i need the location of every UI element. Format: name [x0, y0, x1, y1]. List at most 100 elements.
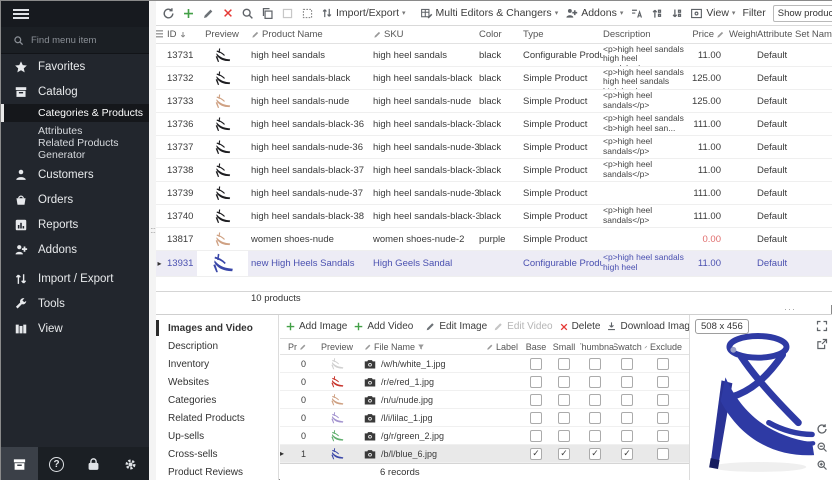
sidebar-item-view[interactable]: View [1, 316, 149, 341]
paste-button[interactable] [281, 7, 294, 20]
tab-cross-sells[interactable]: Cross-sells [156, 445, 278, 463]
filter-az-button[interactable] [630, 7, 643, 20]
add-image-button[interactable]: Add Image [285, 321, 347, 332]
hamburger-menu-icon[interactable] [13, 7, 29, 21]
swatch-checkbox[interactable] [621, 394, 633, 406]
search-input[interactable] [31, 35, 131, 46]
exclude-checkbox[interactable] [657, 376, 669, 388]
base-checkbox[interactable] [530, 430, 542, 442]
sidebar-item-addons[interactable]: Addons [1, 237, 149, 262]
column-header-id[interactable]: ID [167, 29, 197, 40]
sidebar-item-tools[interactable]: Tools [1, 291, 149, 316]
delete-image-button[interactable]: Delete [559, 321, 601, 332]
column-header-label[interactable]: Label [486, 342, 524, 352]
settings-button[interactable] [112, 447, 149, 480]
tab-websites[interactable]: Websites [156, 373, 278, 391]
thumbnail-checkbox[interactable] [589, 358, 601, 370]
image-row[interactable]: 0 /w/h/white_1.jpg [280, 355, 689, 373]
exclude-checkbox[interactable] [657, 430, 669, 442]
swatch-checkbox[interactable] [621, 412, 633, 424]
base-checkbox[interactable] [530, 412, 542, 424]
image-row[interactable]: 0 /n/u/nude.jpg [280, 391, 689, 409]
splitter-grip[interactable]: ··· ··· [149, 227, 156, 235]
image-row-selected[interactable]: ▸ 1 /b/l/blue_6.jpg [280, 445, 689, 463]
swatch-checkbox[interactable] [621, 430, 633, 442]
small-checkbox[interactable] [558, 394, 570, 406]
delete-product-button[interactable] [222, 7, 234, 19]
filter-select[interactable]: Show products from selected categories▾ [773, 5, 832, 22]
thumbnail-checkbox[interactable] [589, 448, 601, 460]
thumbnail-checkbox[interactable] [589, 430, 601, 442]
sidebar-search[interactable] [1, 27, 149, 54]
tab-product-reviews[interactable]: Product Reviews [156, 463, 278, 480]
table-row[interactable]: 13736 high heel sandals-black-36 high he… [156, 113, 832, 136]
exclude-checkbox[interactable] [657, 358, 669, 370]
column-header-base[interactable]: Base [524, 342, 552, 352]
thumbnail-checkbox[interactable] [589, 394, 601, 406]
column-header-small[interactable]: Small [552, 342, 580, 352]
add-product-button[interactable] [182, 7, 195, 20]
table-row[interactable]: 13732 high heel sandals-black high heel … [156, 67, 832, 90]
sidebar-item-favorites[interactable]: Favorites [1, 54, 149, 79]
exclude-checkbox[interactable] [657, 448, 669, 460]
paste-special-button[interactable] [301, 7, 314, 20]
view-menu[interactable]: View▾ [690, 7, 735, 20]
small-checkbox[interactable] [558, 430, 570, 442]
column-header-product-name[interactable]: Product Name [251, 29, 373, 40]
thumbnail-checkbox[interactable] [589, 412, 601, 424]
lock-button[interactable] [75, 447, 112, 480]
exclude-checkbox[interactable] [657, 394, 669, 406]
tab-images-and-video[interactable]: Images and Video [156, 319, 278, 337]
swatch-checkbox[interactable] [621, 448, 633, 460]
table-row[interactable]: 13740 high heel sandals-black-38 high he… [156, 205, 832, 228]
tab-inventory[interactable]: Inventory [156, 355, 278, 373]
thumbnail-checkbox[interactable] [589, 376, 601, 388]
tab-categories[interactable]: Categories [156, 391, 278, 409]
exclude-checkbox[interactable] [657, 412, 669, 424]
move-down-button[interactable] [670, 7, 683, 20]
column-header-thumbnail[interactable]: Thumbna [580, 342, 614, 352]
tab-description[interactable]: Description [156, 337, 278, 355]
image-row[interactable]: 0 /r/e/red_1.jpg [280, 373, 689, 391]
import-export-menu[interactable]: Import/Export▾ [321, 7, 406, 19]
sidebar-item-related-products-generator[interactable]: Related Products Generator [1, 140, 149, 158]
table-row[interactable]: 13738 high heel sandals-black-37 high he… [156, 159, 832, 182]
edit-product-button[interactable] [202, 7, 215, 20]
column-chooser-icon[interactable] [156, 30, 167, 39]
tab-related-products[interactable]: Related Products [156, 409, 278, 427]
small-checkbox[interactable] [558, 412, 570, 424]
sidebar-item-catalog[interactable]: Catalog [1, 79, 149, 104]
column-header-color[interactable]: Color [479, 29, 523, 40]
small-checkbox[interactable] [558, 448, 570, 460]
table-row-selected[interactable]: ▸ 13931 new High Heels Sandals High Geel… [156, 251, 832, 277]
image-row[interactable]: 0 /g/r/green_2.jpg [280, 427, 689, 445]
column-header-description[interactable]: Description [603, 29, 689, 40]
sidebar-item-reports[interactable]: Reports [1, 212, 149, 237]
multi-editors-menu[interactable]: Multi Editors & Changers▾ [420, 7, 559, 20]
swatch-checkbox[interactable] [621, 376, 633, 388]
panel-splitter-grip[interactable]: ··· [784, 304, 796, 314]
column-header-preview[interactable]: Preview [314, 342, 364, 352]
column-header-price[interactable]: Price [689, 29, 729, 40]
base-checkbox[interactable] [530, 394, 542, 406]
base-checkbox[interactable] [530, 358, 542, 370]
swatch-checkbox[interactable] [621, 358, 633, 370]
sidebar-splitter[interactable]: ··· ··· [149, 1, 156, 480]
base-checkbox[interactable] [530, 448, 542, 460]
column-header-weight[interactable]: Weight [729, 29, 757, 40]
column-header-type[interactable]: Type [523, 29, 603, 40]
small-checkbox[interactable] [558, 376, 570, 388]
column-header-preview[interactable]: Preview [197, 29, 251, 40]
edit-video-button[interactable]: Edit Video [493, 321, 552, 332]
help-button[interactable]: ? [38, 447, 75, 480]
add-video-button[interactable]: Add Video [353, 321, 413, 332]
column-header-exclude[interactable]: Exclude [644, 342, 686, 352]
column-header-attribute-set[interactable]: Attribute Set Name [757, 29, 832, 40]
search-products-button[interactable] [241, 7, 254, 20]
column-header-swatch[interactable]: Swatch [614, 342, 644, 352]
column-header-sku[interactable]: SKU [373, 29, 479, 40]
small-checkbox[interactable] [558, 358, 570, 370]
download-image-button[interactable]: Download Image [606, 321, 695, 332]
table-row[interactable]: 13733 high heel sandals-nude high heel s… [156, 90, 832, 113]
sidebar-item-import-export[interactable]: Import / Export [1, 266, 149, 291]
